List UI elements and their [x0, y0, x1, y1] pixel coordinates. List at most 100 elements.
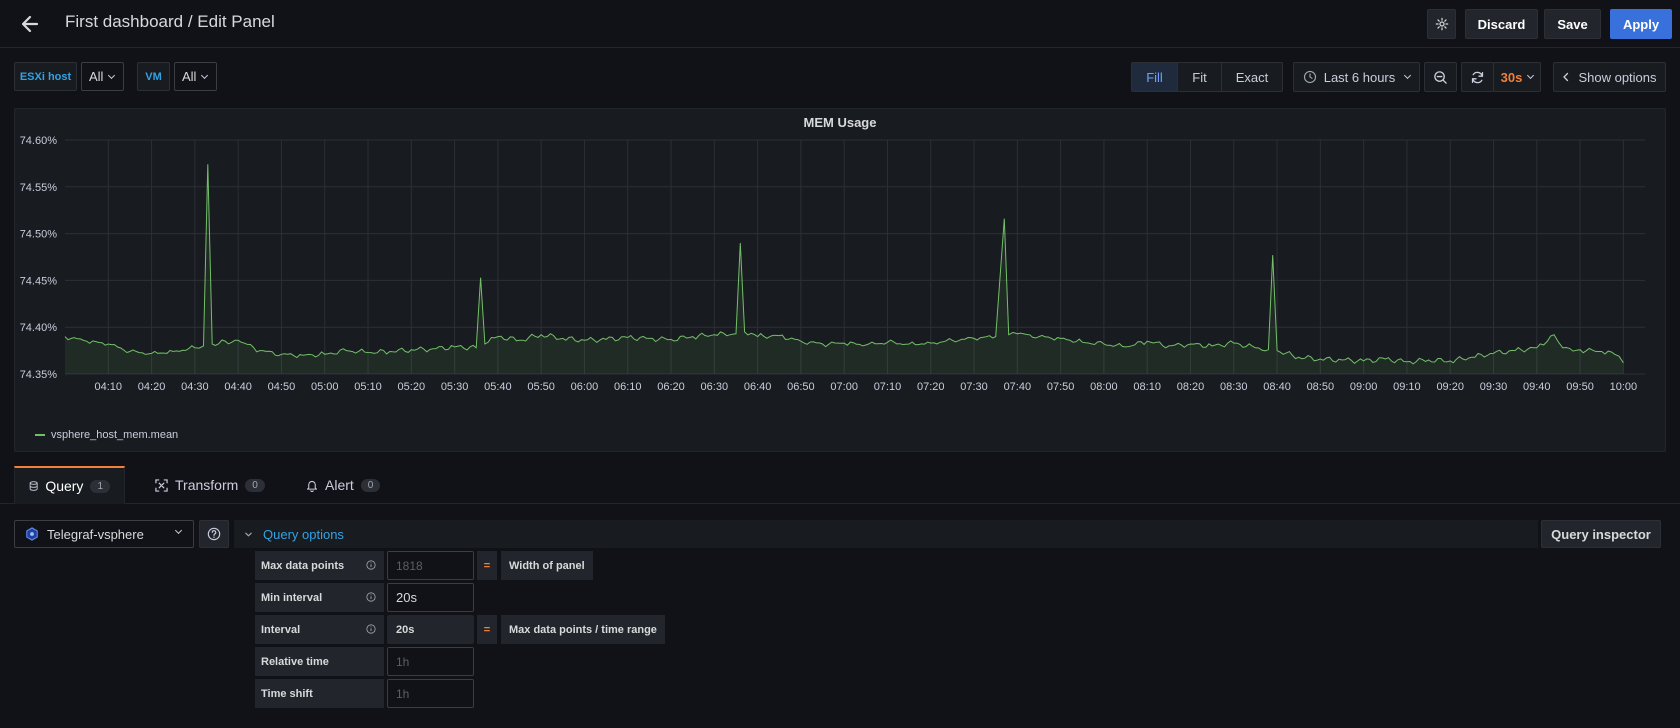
- variable-select-vm[interactable]: All: [174, 62, 217, 91]
- x-tick-label: 07:30: [960, 381, 988, 393]
- datasource-help-button[interactable]: [199, 520, 229, 548]
- y-tick-label: 74.60%: [20, 135, 58, 147]
- tab-count-badge: 0: [245, 478, 265, 492]
- x-tick-label: 06:00: [571, 381, 599, 393]
- legend-series-label: vsphere_host_mem.mean: [51, 429, 179, 441]
- interval-value: 20s: [387, 615, 474, 644]
- chevron-down-icon: [108, 71, 116, 79]
- x-tick-label: 06:10: [614, 381, 642, 393]
- bell-icon: [307, 480, 317, 492]
- min-interval-input[interactable]: 20s: [387, 583, 474, 612]
- x-tick-label: 09:00: [1350, 381, 1378, 393]
- tab-alert[interactable]: Alert 0: [292, 466, 394, 504]
- fit-mode-exact[interactable]: Exact: [1222, 63, 1282, 91]
- interval-label: Interval: [255, 615, 384, 644]
- tab-count-badge: 1: [90, 479, 110, 493]
- tab-label: Query: [45, 478, 84, 494]
- variable-label-esxi-host: ESXi host: [14, 62, 77, 91]
- refresh-interval-label: 30s: [1500, 69, 1523, 85]
- show-options-button[interactable]: Show options: [1553, 62, 1666, 92]
- time-range-picker[interactable]: Last 6 hours: [1293, 62, 1420, 92]
- equals-sign: =: [477, 615, 497, 644]
- variable-label-vm: VM: [137, 62, 170, 91]
- tab-query[interactable]: Query 1: [14, 466, 125, 504]
- max-data-points-label: Max data points: [255, 551, 384, 580]
- show-options-label: Show options: [1578, 69, 1657, 85]
- query-editor: Telegraf-vsphere Query options Query ins…: [0, 505, 1680, 728]
- x-tick-label: 10:00: [1610, 381, 1638, 393]
- chevron-left-icon: [1563, 72, 1569, 82]
- tab-count-badge: 0: [360, 478, 381, 492]
- fit-mode-toggle: Fill Fit Exact: [1131, 62, 1283, 92]
- x-tick-label: 04:40: [224, 381, 252, 393]
- refresh-interval-picker[interactable]: 30s: [1493, 62, 1541, 92]
- y-tick-label: 74.35%: [20, 369, 58, 381]
- x-tick-label: 04:30: [181, 381, 209, 393]
- min-interval-label: Min interval: [255, 583, 384, 612]
- query-options-toggle[interactable]: Query options: [234, 520, 1538, 548]
- legend-swatch: [35, 434, 45, 436]
- relative-time-label: Relative time: [255, 647, 384, 676]
- x-tick-label: 05:00: [311, 381, 339, 393]
- variable-select-esxi-host[interactable]: All: [81, 62, 124, 91]
- tab-label: Alert: [325, 477, 354, 493]
- option-label-text: Min interval: [261, 591, 323, 604]
- refresh-button[interactable]: [1461, 62, 1494, 92]
- x-tick-label: 04:20: [138, 381, 166, 393]
- x-tick-label: 07:50: [1047, 381, 1075, 393]
- database-icon: [29, 481, 38, 491]
- x-tick-label: 04:50: [268, 381, 296, 393]
- chart-legend[interactable]: vsphere_host_mem.mean: [35, 429, 178, 441]
- x-tick-label: 05:10: [354, 381, 382, 393]
- panel-settings-button[interactable]: [1427, 9, 1456, 39]
- chevron-down-icon: [201, 71, 209, 79]
- x-tick-label: 08:40: [1263, 381, 1291, 393]
- x-tick-label: 09:40: [1523, 381, 1551, 393]
- zoom-out-button[interactable]: [1424, 62, 1457, 92]
- option-label-text: Time shift: [261, 687, 313, 700]
- variable-value: All: [89, 69, 104, 84]
- time-range-label: Last 6 hours: [1323, 69, 1396, 85]
- editor-tabs: Query 1 Transform 0 Alert 0: [0, 466, 1680, 504]
- max-data-points-hint: Width of panel: [501, 551, 593, 580]
- x-tick-label: 08:10: [1133, 381, 1161, 393]
- max-data-points-input[interactable]: 1818: [387, 551, 474, 580]
- x-tick-label: 07:40: [1004, 381, 1032, 393]
- time-shift-label: Time shift: [255, 679, 384, 708]
- info-circle-icon[interactable]: [366, 560, 376, 570]
- top-bar: First dashboard / Edit Panel Discard Sav…: [0, 0, 1680, 48]
- x-tick-label: 06:30: [701, 381, 729, 393]
- panel-preview: MEM Usage 74.60% 74.55% 74.50% 74.45% 74.40%…: [14, 108, 1666, 452]
- chevron-down-icon: [174, 526, 183, 535]
- fit-mode-fill[interactable]: Fill: [1132, 63, 1178, 91]
- time-shift-input[interactable]: 1h: [387, 679, 474, 708]
- apply-button[interactable]: Apply: [1610, 9, 1672, 39]
- option-label-text: Interval: [261, 623, 301, 636]
- x-tick-label: 09:30: [1480, 381, 1508, 393]
- relative-time-input[interactable]: 1h: [387, 647, 474, 676]
- y-tick-label: 74.50%: [20, 229, 58, 241]
- x-tick-label: 07:00: [830, 381, 858, 393]
- fit-mode-fit[interactable]: Fit: [1178, 63, 1222, 91]
- y-tick-label: 74.40%: [20, 322, 58, 334]
- save-button[interactable]: Save: [1544, 9, 1601, 39]
- interval-hint: Max data points / time range: [501, 615, 665, 644]
- page-title: First dashboard / Edit Panel: [65, 12, 275, 31]
- info-circle-icon[interactable]: [366, 592, 376, 602]
- chevron-down-icon: [1404, 71, 1412, 80]
- discard-button[interactable]: Discard: [1465, 9, 1538, 39]
- x-tick-label: 09:20: [1436, 381, 1464, 393]
- zoom-out-icon: [1434, 70, 1447, 84]
- equals-sign: =: [477, 551, 497, 580]
- x-tick-label: 05:20: [398, 381, 426, 393]
- tab-transform[interactable]: Transform 0: [141, 466, 279, 504]
- question-circle-icon: [207, 527, 221, 541]
- x-tick-label: 04:10: [95, 381, 123, 393]
- query-inspector-button[interactable]: Query inspector: [1541, 520, 1661, 548]
- query-options-label: Query options: [263, 526, 344, 542]
- back-button[interactable]: [16, 10, 44, 38]
- datasource-picker[interactable]: Telegraf-vsphere: [14, 520, 194, 548]
- info-circle-icon[interactable]: [366, 624, 376, 634]
- datasource-logo-icon: [26, 527, 38, 541]
- option-label-text: Relative time: [261, 655, 329, 668]
